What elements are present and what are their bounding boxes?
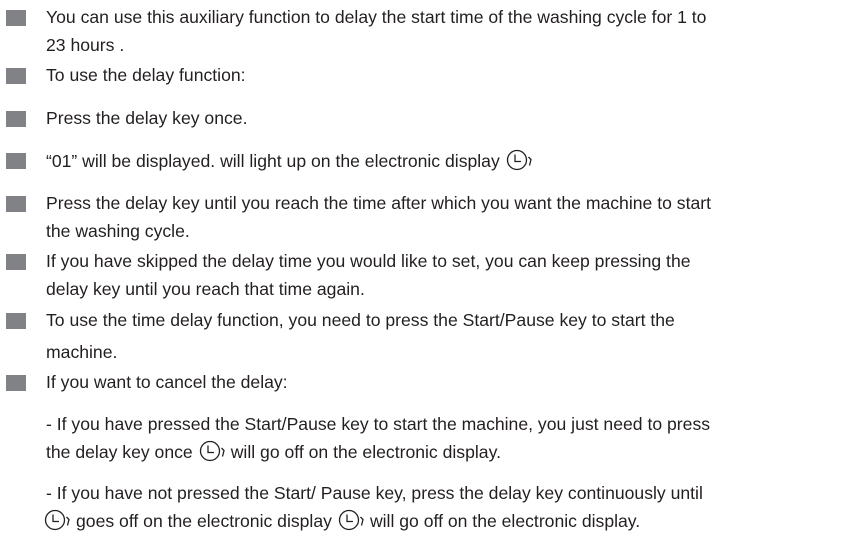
item-text-line: delay key until you reach that time agai… <box>46 279 365 299</box>
item-text: “01” will be displayed. will light up on… <box>46 151 500 171</box>
item-text-line: If you have skipped the delay time you w… <box>46 251 691 271</box>
delay-clock-icon <box>44 509 74 531</box>
sub-text: goes off on the electronic display <box>76 511 332 531</box>
delay-clock-icon <box>506 149 536 171</box>
sub-text: the delay key once <box>46 442 193 462</box>
bullet-square <box>6 68 26 84</box>
bullet-square <box>6 375 26 391</box>
sub-paragraph-line: - If you have not pressed the Start/ Pau… <box>46 483 703 503</box>
item-text-line: You can use this auxiliary function to d… <box>46 7 707 27</box>
item-text-line: To use the time delay function, you need… <box>46 310 675 330</box>
item-text-line: Press the delay key once. <box>46 108 248 128</box>
sub-text: will go off on the electronic display. <box>230 442 501 462</box>
bullet-square <box>6 153 26 169</box>
delay-function-instructions: You can use this auxiliary function to d… <box>0 0 845 544</box>
sub-paragraph-line: - If you have pressed the Start/Pause ke… <box>46 414 711 434</box>
sub-text: will go off on the electronic display. <box>369 511 641 531</box>
bullet-square <box>6 10 26 26</box>
item-text-line: 23 hours . <box>46 35 125 55</box>
item-text-line: the washing cycle. <box>46 221 190 241</box>
bullet-square <box>6 254 26 270</box>
delay-clock-icon <box>199 440 229 462</box>
bullet-square <box>6 313 26 329</box>
item-text-line: Press the delay key until you reach the … <box>46 193 711 213</box>
sub-paragraph-line: goes off on the electronic display will g… <box>44 507 839 535</box>
delay-clock-icon <box>338 509 368 531</box>
sub-paragraph-line: the delay key once will go off on the ele… <box>46 438 841 466</box>
item-text-line: To use the delay function: <box>46 65 246 85</box>
bullet-square <box>6 111 26 127</box>
bullet-square <box>6 196 26 212</box>
item-text-line: “01” will be displayed. will light up on… <box>46 147 841 175</box>
item-text-line: machine. <box>46 342 118 362</box>
item-text-line: If you want to cancel the delay: <box>46 372 288 392</box>
